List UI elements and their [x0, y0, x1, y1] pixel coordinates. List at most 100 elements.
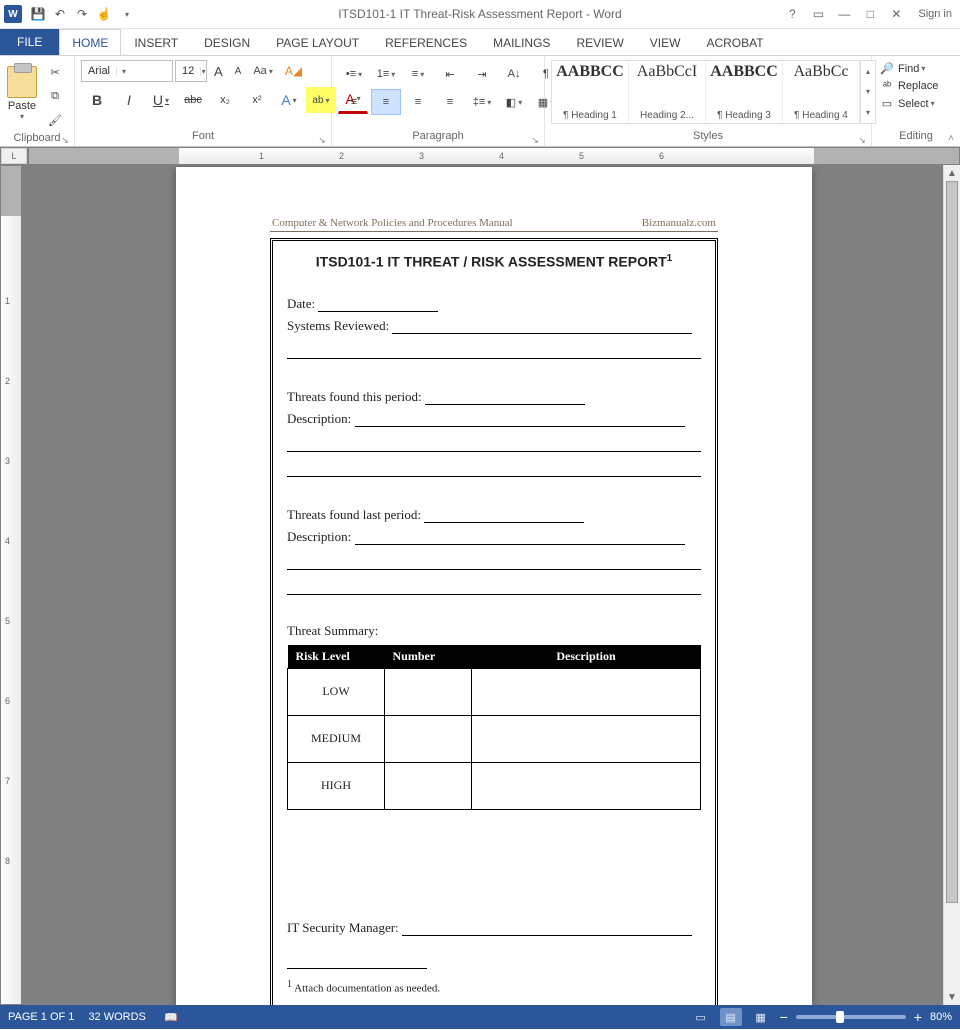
group-clipboard: Paste ▾ ✂ ⧉ 🖌 Clipboard ↘	[0, 56, 75, 146]
grow-font-button[interactable]: A	[210, 62, 227, 81]
manager-label: IT Security Manager:	[287, 920, 399, 935]
footnote-text: Attach documentation as needed.	[294, 982, 440, 994]
group-font: Arial ▾ 12 ▾ A A Aa A◢ B I U abc x₂ x² A	[75, 56, 332, 146]
style-name-label: Heading 2...	[631, 110, 703, 121]
threat-summary-table: Risk Level Number Description LOW MEDIUM…	[287, 645, 701, 810]
select-label: Select	[898, 98, 929, 110]
font-launcher[interactable]: ↘	[317, 135, 327, 145]
tab-references[interactable]: REFERENCES	[372, 29, 480, 55]
change-case-button[interactable]: Aa	[249, 63, 276, 79]
view-read-button[interactable]: ▭	[690, 1008, 712, 1026]
styles-launcher[interactable]: ↘	[857, 135, 867, 145]
title-bar: W 💾 ↶ ↷ ☝ ITSD101-1 IT Threat-Risk Asses…	[0, 0, 960, 29]
select-button[interactable]: ▭Select▾	[878, 95, 937, 112]
view-print-button[interactable]: ▤	[720, 1008, 742, 1026]
tab-page-layout[interactable]: PAGE LAYOUT	[263, 29, 372, 55]
replace-button[interactable]: ᵃᵇReplace	[878, 78, 940, 94]
qat-touch-mode-button[interactable]: ☝	[94, 4, 114, 24]
clipboard-launcher[interactable]: ↘	[60, 135, 70, 145]
paste-icon	[7, 66, 37, 98]
zoom-value[interactable]: 80%	[930, 1011, 952, 1023]
italic-button[interactable]: I	[114, 87, 144, 113]
clear-formatting-button[interactable]: A◢	[281, 62, 306, 80]
qat-redo-button[interactable]: ↷	[72, 4, 92, 24]
maximize-button[interactable]: □	[858, 4, 882, 24]
qat-customize-button[interactable]	[116, 4, 136, 24]
line-spacing-button[interactable]: ‡≡	[467, 89, 497, 115]
underline-button[interactable]: U	[146, 87, 176, 113]
style-heading-1[interactable]: AABBCC ¶ Heading 1	[552, 61, 629, 123]
styles-gallery[interactable]: AABBCC ¶ Heading 1 AaBbCcI Heading 2... …	[551, 60, 876, 124]
cut-button[interactable]: ✂	[41, 61, 69, 83]
font-size-combo[interactable]: 12 ▾	[175, 60, 207, 82]
vertical-scrollbar[interactable]: ▲ ▼	[943, 165, 960, 1005]
text-effects-button[interactable]: A	[274, 87, 304, 113]
tab-review[interactable]: REVIEW	[563, 29, 636, 55]
status-words[interactable]: 32 WORDS	[88, 1011, 145, 1023]
minimize-button[interactable]: —	[832, 4, 856, 24]
subscript-button[interactable]: x₂	[210, 87, 240, 113]
bold-button[interactable]: B	[82, 87, 112, 113]
status-page[interactable]: PAGE 1 OF 1	[8, 1011, 74, 1023]
align-center-button[interactable]: ≡	[371, 89, 401, 115]
tab-acrobat[interactable]: ACROBAT	[693, 29, 776, 55]
increase-indent-button[interactable]: ⇥	[467, 61, 497, 87]
copy-button[interactable]: ⧉	[41, 85, 69, 107]
ribbon-display-button[interactable]: ▭	[806, 4, 830, 24]
zoom-in-button[interactable]: +	[914, 1009, 922, 1025]
font-name-combo[interactable]: Arial ▾	[81, 60, 173, 82]
threats-last-label: Threats found last period:	[287, 507, 421, 522]
align-right-button[interactable]: ≡	[403, 89, 433, 115]
tab-home[interactable]: HOME	[59, 29, 121, 55]
zoom-slider[interactable]	[796, 1015, 906, 1019]
shrink-font-button[interactable]: A	[231, 64, 246, 79]
format-painter-button[interactable]: 🖌	[41, 109, 69, 131]
status-proof-icon[interactable]: 📖	[160, 1008, 182, 1026]
tab-design[interactable]: DESIGN	[191, 29, 263, 55]
tab-file[interactable]: FILE	[0, 28, 59, 55]
strikethrough-button[interactable]: abc	[178, 87, 208, 113]
paste-button[interactable]: Paste ▾	[6, 60, 38, 126]
tab-insert[interactable]: INSERT	[121, 29, 191, 55]
tab-mailings[interactable]: MAILINGS	[480, 29, 563, 55]
systems-reviewed-label: Systems Reviewed:	[287, 318, 389, 333]
status-bar: PAGE 1 OF 1 32 WORDS 📖 ▭ ▤ ▦ − + 80%	[0, 1005, 960, 1029]
style-preview: AABBCC	[554, 63, 626, 81]
numbering-button[interactable]: 1≡	[371, 61, 401, 87]
decrease-indent-button[interactable]: ⇤	[435, 61, 465, 87]
vertical-ruler[interactable]: 1 2 3 4 5 6 7 8	[1, 166, 21, 1004]
document-page[interactable]: Computer & Network Policies and Procedur…	[176, 167, 812, 1005]
font-name-value: Arial	[82, 65, 116, 77]
scroll-up-button[interactable]: ▲	[944, 165, 960, 181]
row-low: LOW	[288, 668, 385, 715]
style-heading-4[interactable]: AaBbCc ¶ Heading 4	[783, 61, 860, 123]
scroll-thumb[interactable]	[946, 181, 958, 903]
close-button[interactable]: ✕	[884, 4, 908, 24]
bullets-button[interactable]: •≡	[339, 61, 369, 87]
description-label-2: Description:	[287, 529, 351, 544]
paragraph-group-label: Paragraph	[412, 130, 463, 142]
paragraph-launcher[interactable]: ↘	[530, 135, 540, 145]
qat-save-button[interactable]: 💾	[28, 4, 48, 24]
tab-selector[interactable]: L	[1, 148, 27, 164]
scroll-down-button[interactable]: ▼	[944, 989, 960, 1005]
justify-button[interactable]: ≡	[435, 89, 465, 115]
sort-button[interactable]: A↓	[499, 61, 529, 87]
style-heading-2[interactable]: AaBbCcI Heading 2...	[629, 61, 706, 123]
horizontal-ruler[interactable]: 1 2 3 4 5 6	[29, 148, 959, 164]
find-button[interactable]: 🔎Find▾	[878, 60, 927, 77]
qat-undo-button[interactable]: ↶	[50, 4, 70, 24]
collapse-ribbon-button[interactable]: ˄	[948, 133, 954, 144]
superscript-button[interactable]: x²	[242, 87, 272, 113]
view-web-button[interactable]: ▦	[750, 1008, 772, 1026]
align-left-button[interactable]: ≡	[339, 89, 369, 115]
tab-view[interactable]: VIEW	[637, 29, 694, 55]
help-button[interactable]: ?	[780, 4, 804, 24]
style-heading-3[interactable]: AABBCC ¶ Heading 3	[706, 61, 783, 123]
shading-button[interactable]: ◧	[499, 89, 529, 115]
styles-group-label: Styles	[693, 130, 723, 142]
zoom-out-button[interactable]: −	[780, 1009, 788, 1025]
sign-in-link[interactable]: Sign in	[914, 0, 956, 28]
doc-title: ITSD101-1 IT THREAT / RISK ASSESSMENT RE…	[287, 253, 701, 270]
multilevel-list-button[interactable]: ≡	[403, 61, 433, 87]
